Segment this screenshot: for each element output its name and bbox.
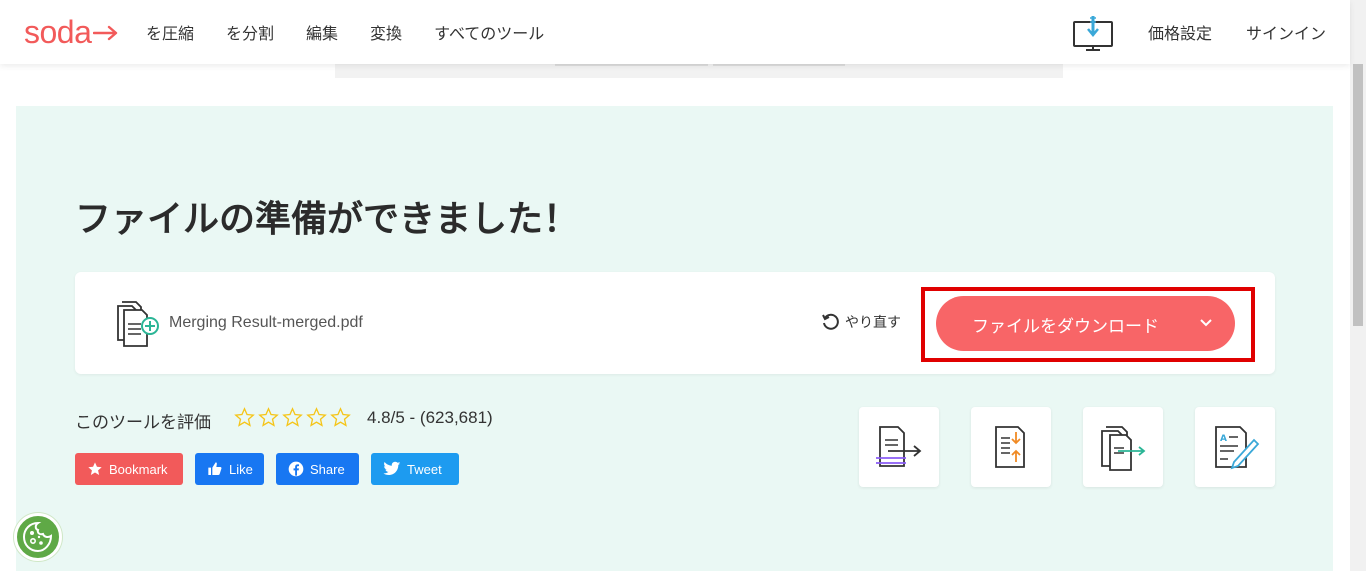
ad-strip: [335, 64, 1063, 78]
redo-button[interactable]: やり直す: [821, 312, 901, 332]
svg-text:A: A: [1220, 434, 1227, 444]
star-icon[interactable]: [306, 407, 327, 428]
rating-value: 4.8/5 - (623,681): [367, 408, 493, 427]
logo-text: soda: [24, 14, 92, 50]
share-label: Share: [310, 461, 345, 477]
page-title: ファイルの準備ができました！: [75, 199, 580, 240]
edit-pdf-icon: A: [1215, 426, 1260, 470]
file-card: Merging Result-merged.pdf やり直す ファイルをダウンロ…: [75, 272, 1275, 374]
chevron-down-icon[interactable]: [1199, 316, 1213, 330]
thumbs-up-icon: [208, 462, 222, 475]
twitter-icon: [383, 461, 401, 475]
compress-pdf-icon: [995, 426, 1025, 468]
tool-compress-card[interactable]: [971, 407, 1051, 487]
merged-file-icon: [117, 301, 159, 347]
download-file-button[interactable]: ファイルをダウンロード: [936, 296, 1235, 351]
redo-label: やり直す: [845, 315, 901, 331]
nav-edit[interactable]: 編集: [306, 20, 338, 44]
signin-link[interactable]: サインイン: [1246, 20, 1326, 44]
nav-all-tools[interactable]: すべてのツール: [434, 20, 544, 44]
star-icon[interactable]: [282, 407, 303, 428]
convert-pdf-icon: [1101, 426, 1146, 471]
star-icon[interactable]: [234, 407, 255, 428]
like-button[interactable]: Like: [195, 453, 264, 485]
star-icon[interactable]: [258, 407, 279, 428]
nav-convert[interactable]: 変換: [370, 20, 402, 44]
nav-compress[interactable]: を圧縮: [146, 20, 194, 44]
tweet-button[interactable]: Tweet: [371, 453, 459, 485]
page-scrollbar[interactable]: [1350, 0, 1366, 571]
merge-pdf-icon: [876, 426, 922, 467]
desktop-download-icon[interactable]: [1072, 14, 1114, 54]
top-header: soda を圧縮 を分割 編集 変換 すべてのツール 価格設定 サインイン: [0, 0, 1350, 64]
header-right-links: 価格設定 サインイン: [1114, 0, 1326, 64]
star-filled-icon: [88, 462, 102, 475]
like-label: Like: [229, 461, 253, 477]
tool-convert-card[interactable]: [1083, 407, 1163, 487]
share-button[interactable]: Share: [276, 453, 359, 485]
download-label: ファイルをダウンロード: [972, 317, 1159, 337]
nav-split[interactable]: を分割: [226, 20, 274, 44]
cookie-icon: [22, 521, 53, 553]
redo-icon: [822, 313, 839, 330]
bookmark-label: Bookmark: [109, 461, 168, 477]
cookie-settings-button[interactable]: [14, 513, 62, 561]
bookmark-button[interactable]: Bookmark: [75, 453, 183, 485]
rating-stars[interactable]: [234, 407, 351, 428]
file-name: Merging Result-merged.pdf: [169, 314, 363, 331]
tool-edit-card[interactable]: A: [1195, 407, 1275, 487]
star-icon[interactable]: [330, 407, 351, 428]
rate-label: このツールを評価: [75, 413, 211, 433]
logo-arrow-icon: [93, 25, 118, 40]
facebook-icon: [288, 461, 304, 477]
main-nav: を圧縮 を分割 編集 変換 すべてのツール: [146, 0, 576, 64]
soda-logo[interactable]: soda: [24, 14, 119, 51]
scrollbar-thumb[interactable]: [1353, 64, 1363, 326]
tweet-label: Tweet: [407, 461, 442, 477]
pricing-link[interactable]: 価格設定: [1148, 20, 1212, 44]
tool-merge-card[interactable]: [859, 407, 939, 487]
